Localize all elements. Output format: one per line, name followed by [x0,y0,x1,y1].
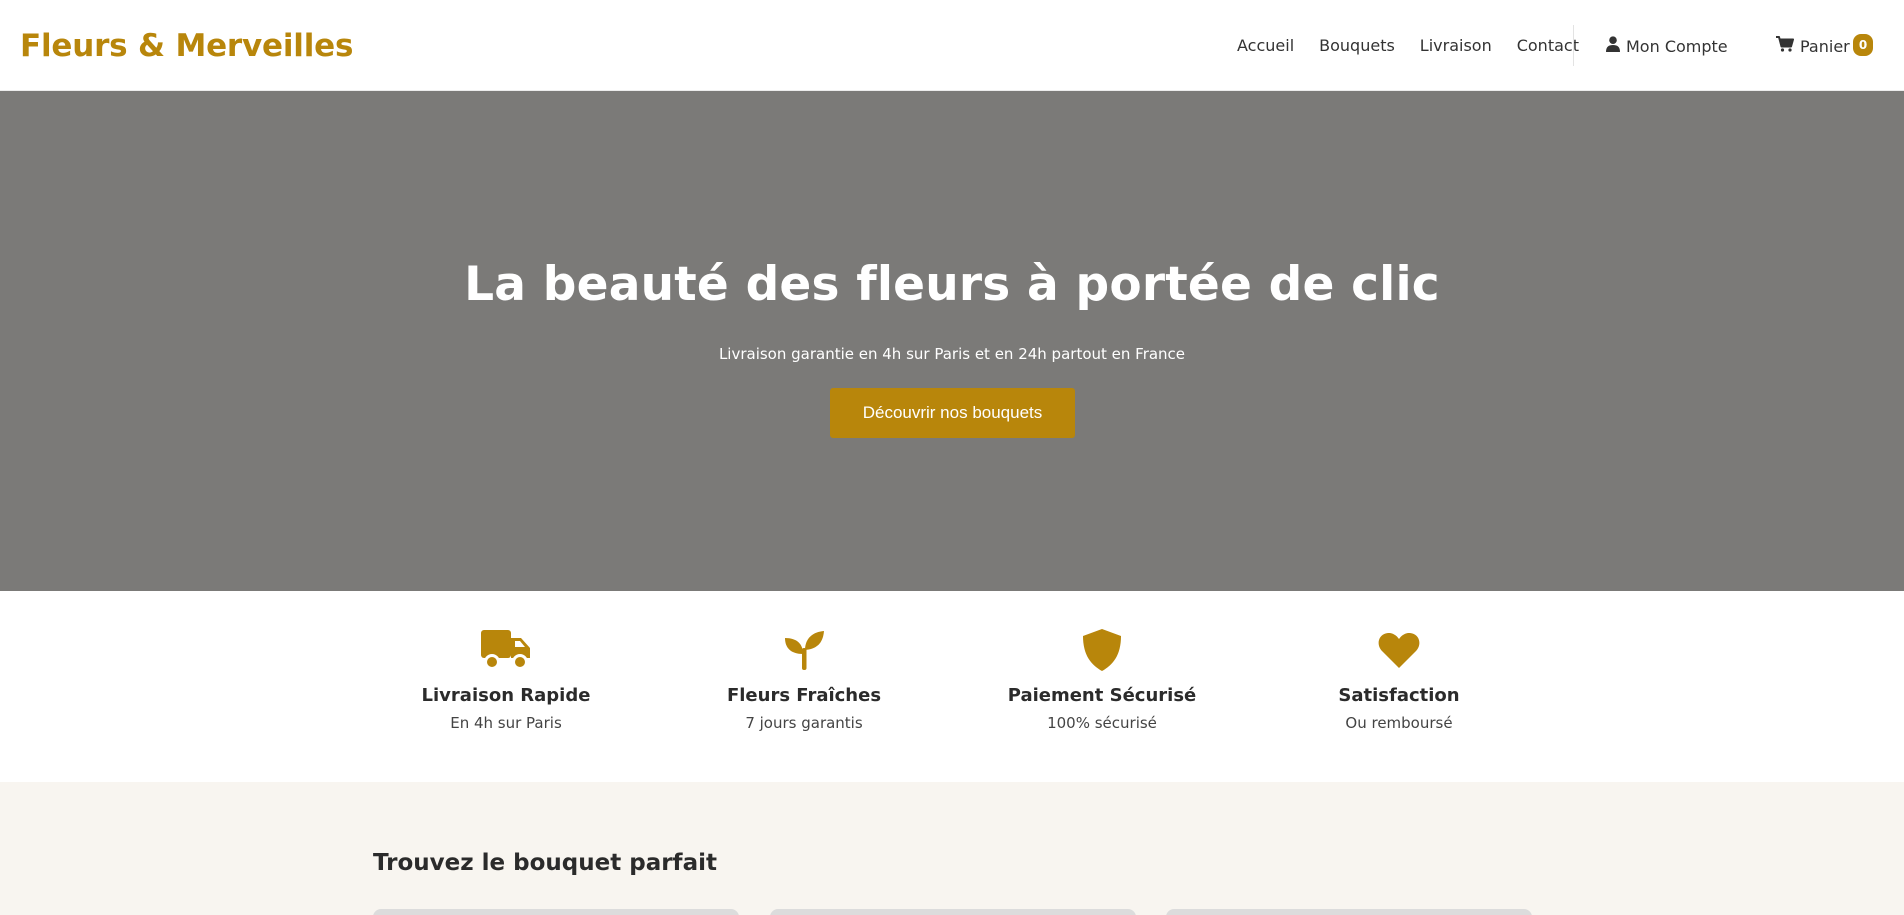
shield-icon [982,629,1222,671]
nav-link-contact[interactable]: Contact [1517,36,1579,55]
nav-link-bouquets[interactable]: Bouquets [1319,36,1395,55]
nav-link-accueil[interactable]: Accueil [1237,36,1294,55]
feature-subtitle: En 4h sur Paris [450,714,562,732]
feature-title: Satisfaction [1338,685,1460,706]
cart-label: Panier [1800,36,1850,56]
bouquet-card[interactable] [373,909,739,915]
feature-subtitle: Ou remboursé [1345,714,1453,732]
site-header: Fleurs & Merveilles Accueil Bouquets Liv… [0,0,1904,91]
feature-item: Fleurs Fraîches 7 jours garantis [684,629,924,732]
feature-subtitle: 7 jours garantis [745,714,863,732]
feature-title: Fleurs Fraîches [726,685,882,706]
section-title: Trouvez le bouquet parfait [373,850,717,876]
cart-link[interactable]: Panier [1776,36,1850,56]
cart-icon [1776,36,1794,56]
heart-icon [1279,629,1519,671]
hero-subtitle: Livraison garantie en 4h sur Paris et en… [718,345,1186,363]
bouquet-card[interactable] [1166,909,1532,915]
hero-title: La beauté des fleurs à portée de clic [464,257,1440,312]
brand-logo[interactable]: Fleurs & Merveilles [20,28,353,64]
nav-link-livraison[interactable]: Livraison [1420,36,1492,55]
bouquet-finder-section: Trouvez le bouquet parfait [0,782,1904,915]
feature-item: Satisfaction Ou remboursé [1279,629,1519,732]
account-link[interactable]: Mon Compte [1606,36,1728,56]
feature-title: Paiement Sécurisé [1007,685,1197,706]
user-icon [1606,36,1620,56]
cart-count-badge: 0 [1853,34,1873,56]
truck-icon [386,629,626,671]
bouquet-card[interactable] [770,909,1136,915]
discover-bouquets-button[interactable]: Découvrir nos bouquets [830,388,1075,438]
seedling-icon [684,629,924,671]
hero-banner: La beauté des fleurs à portée de clic Li… [0,91,1904,591]
nav-divider [1573,25,1574,66]
account-label: Mon Compte [1626,36,1728,56]
feature-item: Livraison Rapide En 4h sur Paris [386,629,626,732]
main-nav: Accueil Bouquets Livraison Contact [1237,36,1604,55]
features-strip: Livraison Rapide En 4h sur Paris Fleurs … [0,591,1904,782]
feature-subtitle: 100% sécurisé [1047,714,1157,732]
feature-item: Paiement Sécurisé 100% sécurisé [982,629,1222,732]
feature-title: Livraison Rapide [421,685,591,706]
